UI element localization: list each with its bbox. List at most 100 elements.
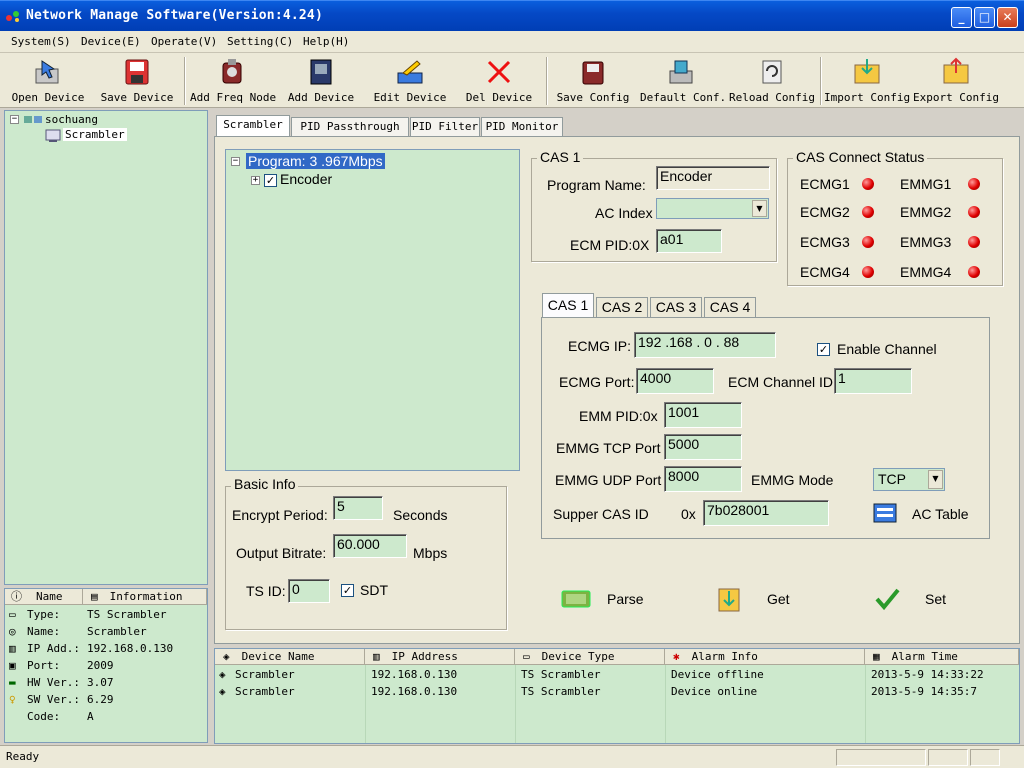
- set-button[interactable]: Set: [871, 583, 981, 617]
- ecmg3-status-led: [862, 236, 874, 248]
- cas-tab-3[interactable]: CAS 3: [650, 297, 702, 317]
- dropdown-arrow-icon[interactable]: ▼: [752, 200, 767, 217]
- menu-system[interactable]: System(S): [11, 35, 71, 48]
- ecm-channel-id-input[interactable]: 1: [834, 368, 912, 394]
- parse-button[interactable]: Parse: [559, 583, 669, 617]
- reload-config-button[interactable]: Reload Config: [728, 55, 816, 107]
- encrypt-period-input[interactable]: 5: [333, 496, 383, 520]
- save-config-button[interactable]: Save Config: [554, 55, 632, 107]
- save-config-icon: [582, 61, 604, 85]
- sdt-checkbox[interactable]: ✓: [341, 584, 354, 597]
- info-header-information[interactable]: ▤ Information: [83, 589, 207, 605]
- col-ip-address[interactable]: ▥ IP Address: [365, 649, 515, 665]
- tree-root-label[interactable]: sochuang: [45, 113, 98, 126]
- cas-tab-4[interactable]: CAS 4: [704, 297, 756, 317]
- super-cas-prefix: 0x: [681, 506, 696, 522]
- default-conf-button[interactable]: Default Conf.: [640, 55, 727, 107]
- emmg-mode-label: EMMG Mode: [751, 472, 834, 488]
- ecmg2-label: ECMG2: [800, 204, 850, 220]
- tab-pid-passthrough[interactable]: PID Passthrough: [291, 117, 409, 137]
- output-bitrate-input[interactable]: 60.000: [333, 534, 407, 558]
- program-collapse-toggle[interactable]: −: [231, 157, 240, 166]
- menu-operate[interactable]: Operate(V): [151, 35, 217, 48]
- edit-device-button[interactable]: Edit Device: [370, 55, 450, 107]
- emmg4-status-led: [968, 266, 980, 278]
- ecmg4-label: ECMG4: [800, 264, 850, 280]
- ecmg1-label: ECMG1: [800, 176, 850, 192]
- tree-child-label[interactable]: Scrambler: [63, 128, 127, 141]
- tab-pid-filter[interactable]: PID Filter: [410, 117, 480, 137]
- basic-info-title: Basic Info: [231, 476, 299, 492]
- encoder-node-label[interactable]: Encoder: [280, 171, 332, 187]
- get-button[interactable]: Get: [713, 583, 823, 617]
- import-config-button[interactable]: Import Config: [824, 55, 910, 107]
- alarm-list[interactable]: ◈ Device Name ▥ IP Address ▭ Device Type ✱ A…: [214, 648, 1020, 744]
- info-row: ▬ HW Ver.: 3.07: [9, 676, 114, 689]
- device-tree[interactable]: − sochuang Scrambler: [4, 110, 208, 585]
- ac-table-button[interactable]: AC Table: [872, 498, 984, 528]
- encoder-expand-toggle[interactable]: +: [251, 176, 260, 185]
- super-cas-id-input[interactable]: 7b028001: [703, 500, 829, 526]
- default-conf-label: Default Conf.: [640, 91, 727, 104]
- toolbar: Open Device Save Device Add Freq Node Ad…: [0, 53, 1024, 108]
- port-icon: ▣: [9, 659, 16, 672]
- program-node-label[interactable]: Program: 3 .967Mbps: [246, 153, 385, 169]
- menu-help[interactable]: Help(H): [303, 35, 349, 48]
- ac-index-select[interactable]: ▼: [656, 198, 769, 219]
- menu-setting[interactable]: Setting(C): [227, 35, 293, 48]
- alarm-row[interactable]: ◈ Scrambler 192.168.0.130 TS Scrambler D…: [215, 684, 1019, 701]
- emmg-tcp-port-input[interactable]: 5000: [664, 434, 742, 460]
- save-device-button[interactable]: Save Device: [98, 55, 176, 107]
- ecmg-port-input[interactable]: 4000: [636, 368, 714, 394]
- ecmg-port-label: ECMG Port:: [559, 374, 635, 390]
- minimize-button[interactable]: _: [951, 7, 972, 28]
- program-name-field: Encoder: [656, 166, 770, 190]
- ts-id-label: TS ID:: [246, 583, 286, 599]
- parse-label: Parse: [607, 591, 644, 607]
- emmg-udp-port-input[interactable]: 8000: [664, 466, 742, 492]
- add-freq-node-button[interactable]: Add Freq Node: [190, 55, 276, 107]
- emmg1-label: EMMG1: [900, 176, 952, 192]
- output-bitrate-label: Output Bitrate:: [236, 545, 327, 561]
- cas-tab-2[interactable]: CAS 2: [596, 297, 648, 317]
- close-button[interactable]: ✕: [997, 7, 1018, 28]
- tab-pid-monitor[interactable]: PID Monitor: [481, 117, 563, 137]
- network-icon: [24, 116, 42, 123]
- ecmg-ip-input[interactable]: 192 .168 . 0 . 88: [634, 332, 776, 358]
- col-alarm-info[interactable]: ✱ Alarm Info: [665, 649, 865, 665]
- encoder-checkbox[interactable]: ✓: [264, 174, 277, 187]
- info-header-name[interactable]: ⓘ Name: [5, 589, 83, 605]
- emm-pid-input[interactable]: 1001: [664, 402, 742, 428]
- add-freq-node-icon: [222, 59, 242, 84]
- col-alarm-time[interactable]: ▦ Alarm Time: [865, 649, 1019, 665]
- maximize-button[interactable]: □: [974, 7, 995, 28]
- export-config-button[interactable]: Export Config: [912, 55, 1000, 107]
- open-device-button[interactable]: Open Device: [8, 55, 88, 107]
- collapse-toggle[interactable]: −: [10, 115, 19, 124]
- toolbar-separator: [546, 57, 548, 105]
- alarm-row[interactable]: ◈ Scrambler 192.168.0.130 TS Scrambler D…: [215, 667, 1019, 684]
- ecm-pid-input[interactable]: a01: [656, 229, 722, 253]
- col-device-name[interactable]: ◈ Device Name: [215, 649, 365, 665]
- ecmg4-status-led: [862, 266, 874, 278]
- menu-device[interactable]: Device(E): [81, 35, 141, 48]
- ecmg1-status-led: [862, 178, 874, 190]
- device-icon: ◈: [223, 650, 230, 663]
- program-tree[interactable]: − Program: 3 .967Mbps + ✓ Encoder: [225, 149, 520, 471]
- title-bar[interactable]: Network Manage Software(Version:4.24) _ …: [0, 0, 1024, 31]
- del-device-button[interactable]: Del Device: [462, 55, 536, 107]
- emmg-mode-select[interactable]: TCP ▼: [873, 468, 945, 491]
- ac-table-icon: [873, 503, 897, 523]
- add-device-icon: [310, 59, 332, 85]
- ts-id-input[interactable]: 0: [288, 579, 330, 603]
- name-icon: ◎: [9, 625, 16, 638]
- dropdown-arrow-icon[interactable]: ▼: [928, 470, 943, 489]
- add-device-label: Add Device: [287, 91, 355, 104]
- tab-scrambler[interactable]: Scrambler: [216, 115, 290, 137]
- status-text: Ready: [6, 750, 40, 763]
- cas-config-panel: ECMG IP: 192 .168 . 0 . 88 ✓ Enable Chan…: [541, 317, 990, 539]
- enable-channel-checkbox[interactable]: ✓: [817, 343, 830, 356]
- col-device-type[interactable]: ▭ Device Type: [515, 649, 665, 665]
- add-device-button[interactable]: Add Device: [284, 55, 358, 107]
- cas-tab-1[interactable]: CAS 1: [542, 293, 594, 318]
